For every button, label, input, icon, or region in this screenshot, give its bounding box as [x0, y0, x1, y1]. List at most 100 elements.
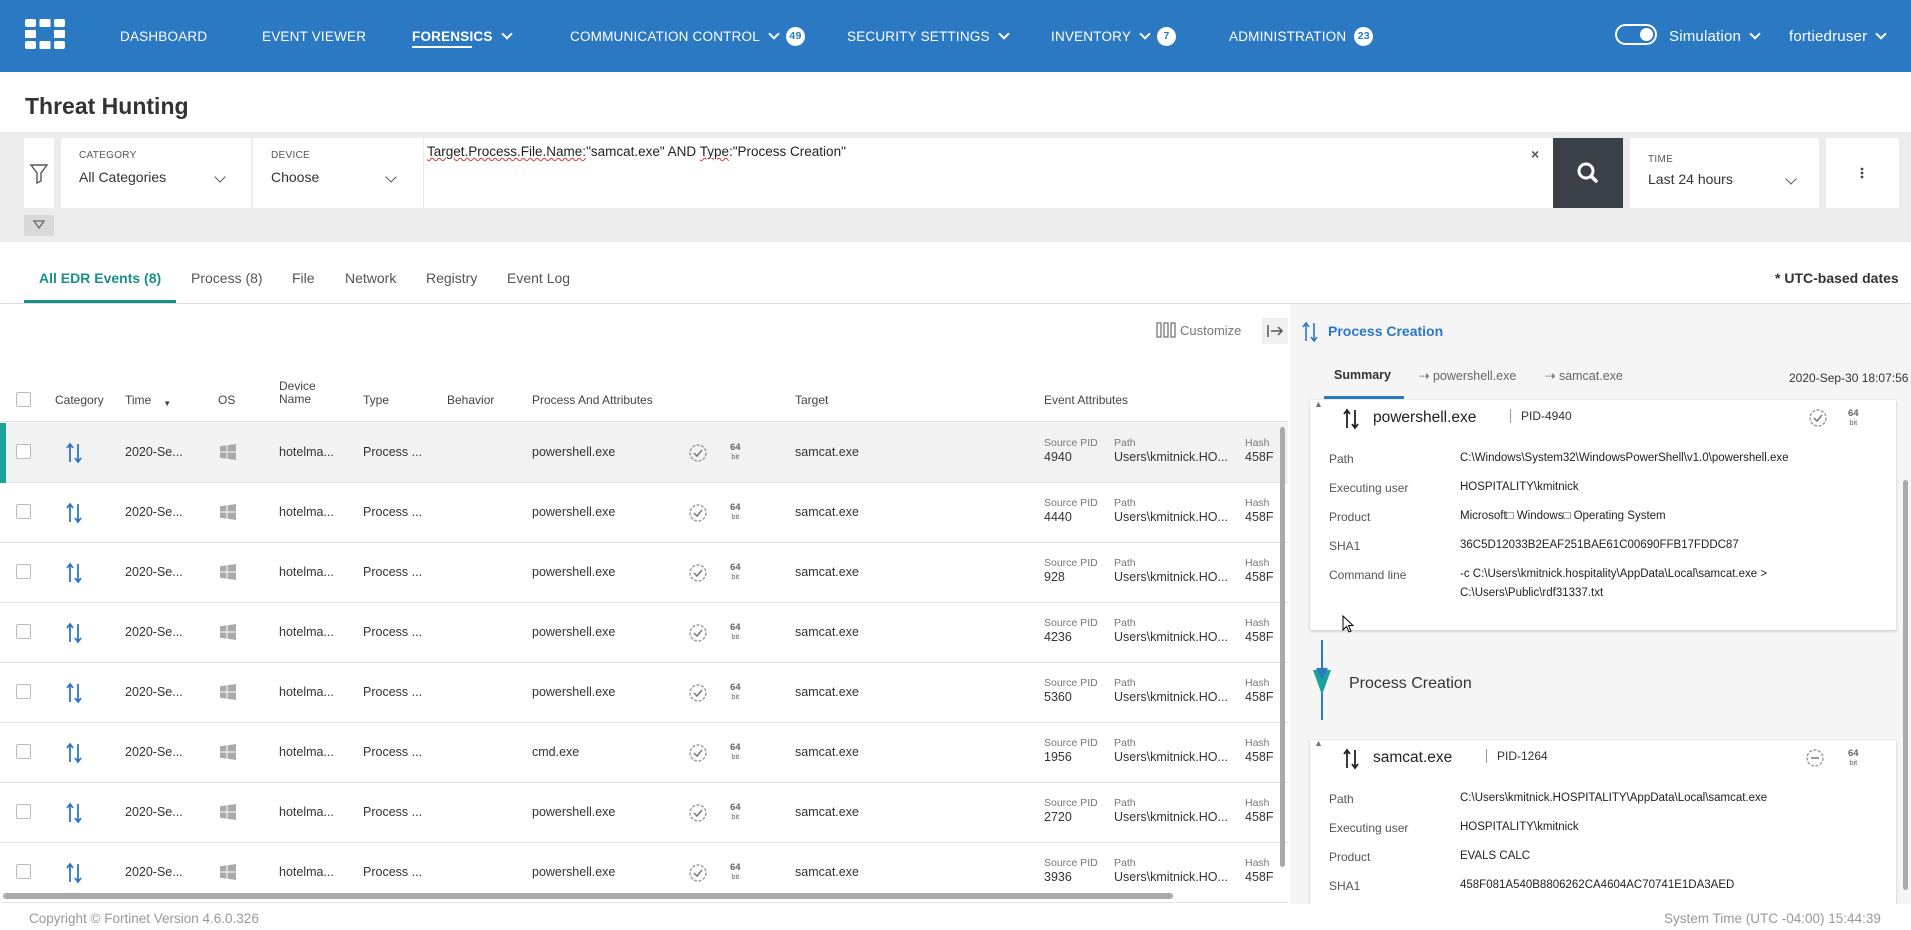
table-vertical-scrollbar[interactable]	[1280, 427, 1285, 867]
table-row[interactable]: 2020-Se... hotelma... Process ... cmd.exe 64…	[0, 723, 1288, 783]
source-process-pid: PID-4940	[1510, 409, 1572, 423]
table-row[interactable]: 2020-Se... hotelma... Process ... powershel…	[0, 483, 1288, 543]
row-target[interactable]: samcat.exe	[795, 625, 859, 639]
row-checkbox[interactable]	[16, 684, 31, 699]
search-button[interactable]	[1553, 138, 1623, 208]
panel-tab-powershell[interactable]: ⇢ powershell.exe	[1419, 368, 1516, 383]
customize-columns-button[interactable]: Customize	[1156, 322, 1241, 338]
tab-event-log[interactable]: Event Log	[507, 270, 570, 286]
row-checkbox[interactable]	[16, 504, 31, 519]
row-process[interactable]: powershell.exe	[532, 445, 615, 459]
row-device: hotelma...	[279, 445, 334, 459]
signed-check-icon	[688, 443, 708, 468]
collapse-panel-button[interactable]	[1262, 318, 1288, 344]
nav-dashboard[interactable]: DASHBOARD	[120, 26, 207, 46]
table-row[interactable]: 2020-Se... hotelma... Process ... powershel…	[0, 543, 1288, 603]
row-time: 2020-Se...	[125, 805, 183, 819]
nav-event-viewer[interactable]: EVENT VIEWER	[262, 26, 366, 46]
tab-registry[interactable]: Registry	[426, 270, 477, 286]
device-select[interactable]: DEVICE Choose	[253, 138, 423, 208]
user-menu[interactable]: fortiedruser	[1789, 26, 1887, 46]
collapse-up-icon[interactable]: ▲	[1314, 738, 1323, 748]
panel-title: Process Creation	[1328, 323, 1444, 339]
column-header-target[interactable]: Target	[795, 393, 828, 407]
hash-label: Hash	[1245, 677, 1270, 689]
row-process[interactable]: powershell.exe	[532, 625, 615, 639]
column-header-event-attributes[interactable]: Event Attributes	[1044, 393, 1128, 407]
row-device: hotelma...	[279, 565, 334, 579]
row-process[interactable]: powershell.exe	[532, 505, 615, 519]
row-target[interactable]: samcat.exe	[795, 445, 859, 459]
row-target[interactable]: samcat.exe	[795, 565, 859, 579]
row-checkbox[interactable]	[16, 564, 31, 579]
row-process[interactable]: cmd.exe	[532, 745, 579, 759]
column-header-time[interactable]: Time ▼	[125, 393, 171, 408]
row-checkbox[interactable]	[16, 624, 31, 639]
hash-label: Hash	[1245, 557, 1270, 569]
source-user: HOSPITALITY\kmitnick	[1460, 481, 1579, 493]
row-process[interactable]: powershell.exe	[532, 865, 615, 879]
windows-icon	[220, 744, 236, 765]
row-target[interactable]: samcat.exe	[795, 685, 859, 699]
time-select[interactable]: TIME Last 24 hours	[1630, 138, 1819, 208]
simulation-dropdown[interactable]: Simulation	[1669, 26, 1761, 46]
header-divider	[0, 421, 1288, 422]
row-source-pid: 2720	[1044, 810, 1072, 824]
expand-filters-button[interactable]	[24, 215, 54, 236]
panel-scrollbar[interactable]	[1903, 480, 1908, 890]
column-header-behavior[interactable]: Behavior	[447, 393, 494, 407]
columns-icon	[1156, 322, 1176, 338]
row-checkbox[interactable]	[16, 444, 31, 459]
page-title: Threat Hunting	[25, 93, 189, 119]
column-header-device-name[interactable]: Device Name	[279, 380, 316, 406]
fortinet-logo-icon[interactable]	[25, 19, 65, 49]
row-checkbox[interactable]	[16, 864, 31, 879]
query-input[interactable]: Target.Process.File.Name:"samcat.exe" AN…	[424, 138, 1553, 208]
nav-inventory[interactable]: INVENTORY 7	[1051, 26, 1177, 46]
nav-communication-control[interactable]: COMMUNICATION CONTROL 49	[570, 26, 805, 46]
row-checkbox[interactable]	[16, 744, 31, 759]
nav-forensics[interactable]: FORENSICS	[412, 26, 513, 46]
panel-tab-samcat[interactable]: ⇢ samcat.exe	[1545, 368, 1623, 383]
panel-tab-summary[interactable]: Summary	[1334, 368, 1391, 382]
nav-inventory-label: INVENTORY	[1051, 28, 1132, 44]
table-row[interactable]: 2020-Se... hotelma... Process ... powershel…	[0, 783, 1288, 843]
row-target[interactable]: samcat.exe	[795, 505, 859, 519]
hash-label: Hash	[1245, 617, 1270, 629]
row-process[interactable]: powershell.exe	[532, 805, 615, 819]
tab-process[interactable]: Process (8)	[191, 270, 263, 286]
source-path: C:\Windows\System32\WindowsPowerShell\v1…	[1460, 452, 1789, 464]
collapse-up-icon[interactable]: ▲	[1314, 399, 1323, 409]
simulation-toggle[interactable]	[1615, 24, 1657, 45]
bitness-badge: 64 bit	[730, 803, 741, 821]
tab-file[interactable]: File	[292, 270, 315, 286]
tab-all-edr-events[interactable]: All EDR Events (8)	[39, 270, 161, 286]
column-header-type[interactable]: Type	[363, 393, 389, 407]
column-header-os[interactable]: OS	[218, 393, 235, 407]
table-row[interactable]: 2020-Se... hotelma... Process ... powershel…	[0, 663, 1288, 723]
row-checkbox[interactable]	[16, 804, 31, 819]
nav-administration[interactable]: ADMINISTRATION 23	[1229, 26, 1374, 46]
row-target[interactable]: samcat.exe	[795, 805, 859, 819]
column-header-category[interactable]: Category	[55, 393, 104, 407]
nav-security-settings-label: SECURITY SETTINGS	[847, 28, 990, 44]
row-target[interactable]: samcat.exe	[795, 865, 859, 879]
nav-security-settings[interactable]: SECURITY SETTINGS	[847, 26, 1010, 46]
tab-network[interactable]: Network	[345, 270, 396, 286]
category-select[interactable]: CATEGORY All Categories	[61, 138, 251, 208]
process-creation-icon	[64, 502, 84, 529]
filter-button[interactable]	[24, 138, 54, 208]
clear-query-button[interactable]: ×	[1531, 146, 1539, 162]
unsigned-icon	[1806, 749, 1824, 767]
row-process[interactable]: powershell.exe	[532, 685, 615, 699]
row-target[interactable]: samcat.exe	[795, 745, 859, 759]
row-process[interactable]: powershell.exe	[532, 565, 615, 579]
table-row[interactable]: 2020-Se... hotelma... Process ... powershel…	[0, 603, 1288, 663]
table-row[interactable]: 2020-Se... hotelma... Process ... powershel…	[0, 423, 1288, 483]
more-options-button[interactable]	[1826, 138, 1899, 208]
source-pid-label: Source PID	[1044, 617, 1098, 629]
column-header-process[interactable]: Process And Attributes	[532, 393, 653, 407]
table-horizontal-scrollbar[interactable]	[3, 893, 1173, 899]
select-all-checkbox[interactable]	[16, 392, 31, 407]
query-part: :"Process Creation"	[728, 144, 846, 159]
